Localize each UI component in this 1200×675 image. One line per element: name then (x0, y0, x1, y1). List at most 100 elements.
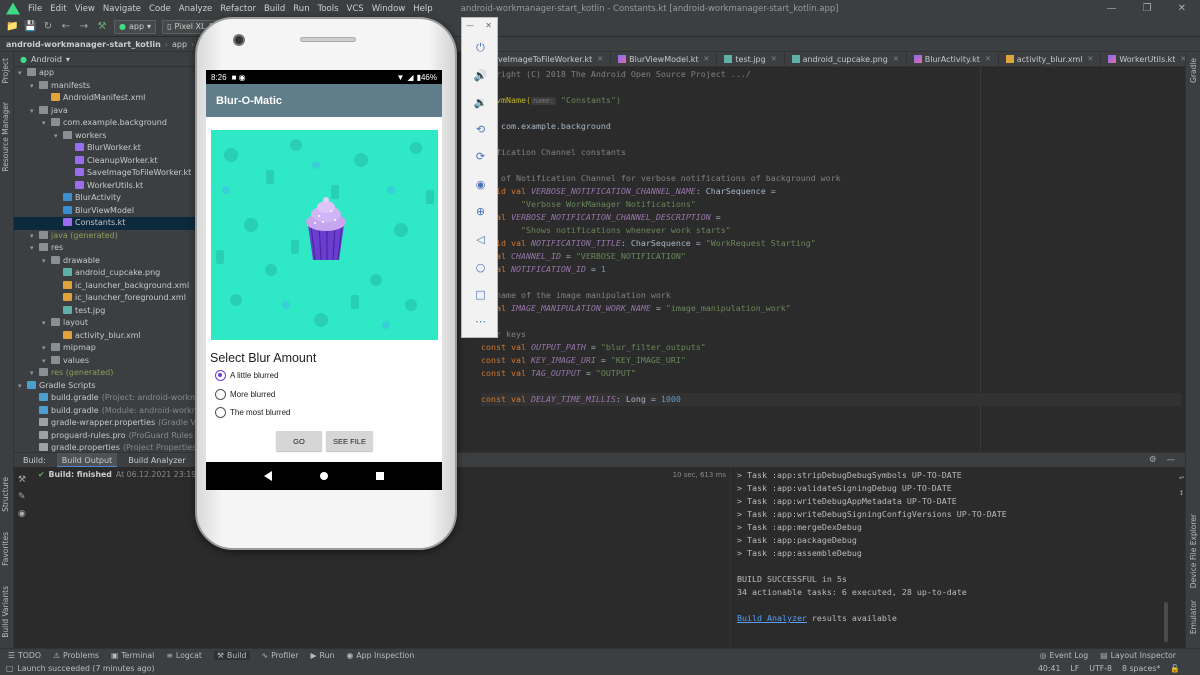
menu-navigate[interactable]: Navigate (99, 4, 145, 14)
tree-item[interactable]: build.gradle(Module: android-workmanag (14, 405, 195, 418)
pin-icon[interactable]: ✎ (18, 492, 26, 502)
tree-item[interactable]: ▾ com.example.background (14, 117, 195, 130)
expand-chevron-icon[interactable]: ▾ (30, 367, 39, 380)
expand-chevron-icon[interactable]: ▾ (30, 242, 39, 255)
tree-item[interactable]: ▾ res (14, 242, 195, 255)
tree-item[interactable]: test.jpg (14, 305, 195, 318)
breadcrumb-item[interactable]: android-workmanager-start_kotlin (6, 40, 161, 49)
nav-recents-icon[interactable] (376, 472, 384, 480)
structure-tool-button[interactable]: Structure (1, 477, 10, 512)
radio-little-blurred[interactable]: A little blurred (215, 370, 278, 381)
tree-item[interactable]: ▾ values (14, 355, 195, 368)
zoom-icon[interactable]: ⊕ (473, 204, 488, 219)
rotate-right-icon[interactable]: ⟳ (473, 149, 488, 164)
tool-window-button[interactable]: ▤ Layout Inspector (1100, 651, 1176, 660)
gear-icon[interactable]: ⚙ (1149, 455, 1157, 465)
console-scrollbar[interactable] (1164, 602, 1168, 642)
menu-file[interactable]: File (24, 4, 46, 14)
expand-chevron-icon[interactable]: ▾ (30, 230, 39, 243)
build-output-console[interactable]: > Task :app:stripDebugDebugSymbols UP-TO… (730, 467, 1184, 648)
lock-icon[interactable]: 🔓 (1170, 664, 1180, 673)
expand-chevron-icon[interactable]: ▾ (54, 130, 63, 143)
editor-tab[interactable]: BlurViewModel.kt ✕ (611, 52, 718, 66)
tree-item[interactable]: ▾ manifests (14, 80, 195, 93)
resource-manager-tool-button[interactable]: Resource Manager (1, 102, 10, 172)
tool-window-button[interactable]: ☰ TODO (8, 651, 41, 660)
power-icon[interactable]: ⏻ (473, 40, 488, 55)
expand-chevron-icon[interactable]: ▾ (18, 380, 27, 393)
expand-chevron-icon[interactable]: ▾ (42, 355, 51, 368)
tree-item[interactable]: SaveImageToFileWorker.kt (14, 167, 195, 180)
tree-item[interactable]: ▾ mipmap (14, 342, 195, 355)
menu-view[interactable]: View (71, 4, 99, 14)
more-icon[interactable]: ⋯ (473, 314, 488, 329)
phone-screen[interactable]: 8:26 ■ ◉ ▼ ◢ ▮ 46% Blur-O-Matic Select B… (206, 70, 442, 490)
menu-vcs[interactable]: VCS (343, 4, 368, 14)
tree-item[interactable]: ic_launcher_foreground.xml (14, 292, 195, 305)
radio-most-blurred[interactable]: The most blurred (215, 407, 290, 418)
expand-chevron-icon[interactable]: ▾ (42, 117, 51, 130)
scroll-to-end-icon[interactable]: ↧ (1179, 488, 1184, 497)
breadcrumb-item[interactable]: app (172, 40, 187, 49)
tree-item[interactable]: build.gradle(Project: android-workmanage… (14, 392, 195, 405)
tool-window-button[interactable]: ⚠ Problems (53, 651, 99, 660)
expand-chevron-icon[interactable]: ▾ (42, 255, 51, 268)
editor-tab[interactable]: activity_blur.xml ✕ (999, 52, 1102, 66)
tool-window-button[interactable]: ▶ Run (311, 651, 335, 660)
close-tab-icon[interactable]: ✕ (771, 55, 777, 63)
status-message[interactable]: Launch succeeded (7 minutes ago) (17, 664, 154, 673)
close-tab-icon[interactable]: ✕ (893, 55, 899, 63)
nav-back-icon[interactable] (264, 471, 272, 481)
tree-item[interactable]: proguard-rules.pro(ProGuard Rules for an… (14, 430, 195, 443)
caret-position[interactable]: 40:41 (1038, 664, 1060, 673)
tool-window-button[interactable]: ▣ Terminal (111, 651, 154, 660)
build-analyzer-link[interactable]: Build Analyzer (737, 613, 807, 623)
tree-item[interactable]: ▾ Gradle Scripts (14, 380, 195, 393)
tree-item[interactable]: CleanupWorker.kt (14, 155, 195, 168)
build-status-row[interactable]: ✔ Build: finished At 06.12.2021 23:19 (38, 470, 196, 479)
menu-run[interactable]: Run (289, 4, 313, 14)
close-tab-icon[interactable]: ✕ (704, 55, 710, 63)
tab-build-analyzer[interactable]: Build Analyzer (123, 453, 190, 468)
menu-analyze[interactable]: Analyze (175, 4, 217, 14)
volume-down-icon[interactable]: 🔉 (473, 95, 488, 110)
menu-edit[interactable]: Edit (46, 4, 70, 14)
tree-item[interactable]: BlurViewModel (14, 205, 195, 218)
tree-item[interactable]: ▾ java (generated) (14, 230, 195, 243)
menu-build[interactable]: Build (260, 4, 289, 14)
nav-home-icon[interactable] (320, 472, 328, 480)
code-editor[interactable]: opyright (C) 2018 The Android Open Sourc… (470, 67, 1185, 452)
hide-panel-icon[interactable]: — (1167, 455, 1176, 465)
tool-window-button[interactable]: ◎ Event Log (1040, 651, 1089, 660)
gradle-tool-button[interactable]: Gradle (1189, 58, 1198, 83)
expand-chevron-icon[interactable]: ▾ (30, 105, 39, 118)
go-button[interactable]: GO (276, 431, 322, 451)
close-tab-icon[interactable]: ✕ (597, 55, 603, 63)
expand-chevron-icon[interactable]: ▾ (18, 67, 27, 80)
editor-tab[interactable]: test.jpg ✕ (717, 52, 785, 66)
home-icon[interactable]: ○ (473, 260, 488, 275)
menu-help[interactable]: Help (409, 4, 436, 14)
indent-setting[interactable]: 8 spaces* (1122, 664, 1160, 673)
menu-refactor[interactable]: Refactor (216, 4, 260, 14)
tree-item[interactable]: android_cupcake.png (14, 267, 195, 280)
back-icon[interactable]: ◁ (473, 232, 488, 247)
hammer-icon[interactable]: ⚒ (18, 475, 26, 485)
device-file-explorer-tool-button[interactable]: Device File Explorer (1189, 514, 1198, 588)
expand-chevron-icon[interactable]: ▾ (42, 317, 51, 330)
volume-up-icon[interactable]: 🔊 (473, 68, 488, 83)
tree-item[interactable]: activity_blur.xml (14, 330, 195, 343)
line-separator[interactable]: LF (1070, 664, 1079, 673)
open-folder-icon[interactable]: 📁 (6, 21, 18, 33)
tree-item[interactable]: ▾ res (generated) (14, 367, 195, 380)
close-tab-icon[interactable]: ✕ (1087, 55, 1093, 63)
tool-window-button[interactable]: ∿ Profiler (262, 651, 299, 660)
soft-wrap-icon[interactable]: ↩ (1179, 473, 1184, 482)
overview-icon[interactable]: □ (473, 287, 488, 302)
tree-item[interactable]: ▾ drawable (14, 255, 195, 268)
tree-item[interactable]: gradle-wrapper.properties(Gradle Version… (14, 417, 195, 430)
editor-tab[interactable]: WorkerUtils.kt✕ (1101, 52, 1185, 66)
rotate-left-icon[interactable]: ⟲ (473, 122, 488, 137)
back-arrow-icon[interactable]: ← (60, 21, 72, 33)
menu-tools[interactable]: Tools (314, 4, 343, 14)
